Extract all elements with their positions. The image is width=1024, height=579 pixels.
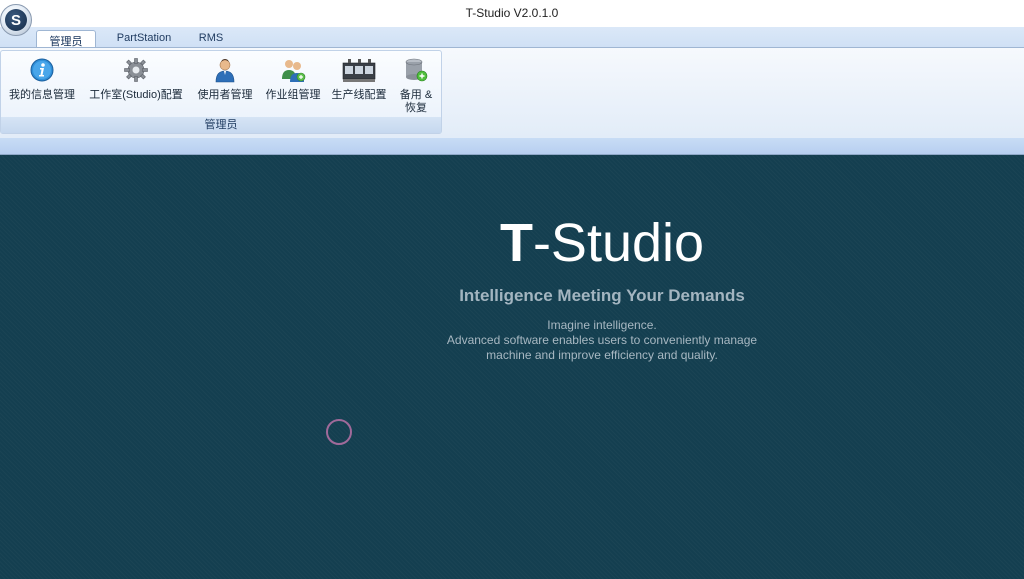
tab-partstation[interactable]: PartStation — [104, 30, 184, 48]
description-line-2: Advanced software enables users to conve… — [446, 333, 758, 347]
brand-title: T-Studio — [0, 212, 1024, 274]
app-logo-icon: S — [5, 9, 27, 31]
backup-restore-label-line1: 备用 & — [399, 89, 433, 101]
busy-cursor-icon — [326, 419, 352, 445]
my-info-label: 我的信息管理 — [9, 89, 75, 101]
brand-title-rest: -Studio — [532, 213, 705, 273]
gear-icon — [124, 58, 148, 82]
studio-config-label: 工作室(Studio)配置 — [89, 89, 183, 101]
production-line-icon — [342, 59, 376, 82]
backup-restore-icon — [405, 58, 428, 82]
ribbon-group-label: 管理员 — [1, 117, 441, 133]
ribbon-bottom-strip — [0, 138, 1024, 155]
description-line-3: machine and improve efficiency and quali… — [486, 348, 718, 362]
user-icon — [215, 59, 235, 83]
user-group-icon — [282, 60, 306, 82]
backup-restore-label-line2: 恢复 — [405, 102, 427, 114]
description-line-1: Imagine intelligence. — [547, 318, 657, 332]
window-title: T-Studio V2.0.1.0 — [465, 6, 559, 20]
my-info-button[interactable]: 我的信息管理 — [5, 57, 79, 102]
production-line-button[interactable]: 生产线配置 — [329, 57, 389, 102]
brand-title-bold: T — [499, 213, 533, 273]
group-management-button[interactable]: 作业组管理 — [261, 57, 325, 102]
ribbon-panel: 我的信息管理 工作室(Studio)配置 使用者管理 作业组管理 生产线配置 备… — [0, 47, 1024, 139]
info-icon — [30, 58, 54, 82]
tab-admin[interactable]: 管理员 — [36, 30, 96, 48]
title-bar: T-Studio V2.0.1.0 — [0, 0, 1024, 28]
group-management-label: 作业组管理 — [265, 89, 321, 101]
ribbon-tab-row: 管理员 PartStation RMS — [0, 27, 1024, 48]
user-management-label: 使用者管理 — [197, 89, 253, 101]
tab-rms[interactable]: RMS — [190, 30, 232, 48]
description: Imagine intelligence. Advanced software … — [0, 318, 1024, 363]
app-menu-button[interactable]: S — [0, 4, 32, 36]
splash-area: T-Studio Intelligence Meeting Your Deman… — [0, 155, 1024, 579]
production-line-label: 生产线配置 — [331, 89, 387, 101]
backup-restore-button[interactable]: 备用 & 恢复 — [393, 57, 439, 115]
tagline: Intelligence Meeting Your Demands — [459, 286, 745, 305]
studio-config-button[interactable]: 工作室(Studio)配置 — [85, 57, 187, 102]
user-management-button[interactable]: 使用者管理 — [193, 57, 257, 102]
ribbon-group-admin: 我的信息管理 工作室(Studio)配置 使用者管理 作业组管理 生产线配置 备… — [0, 50, 442, 134]
